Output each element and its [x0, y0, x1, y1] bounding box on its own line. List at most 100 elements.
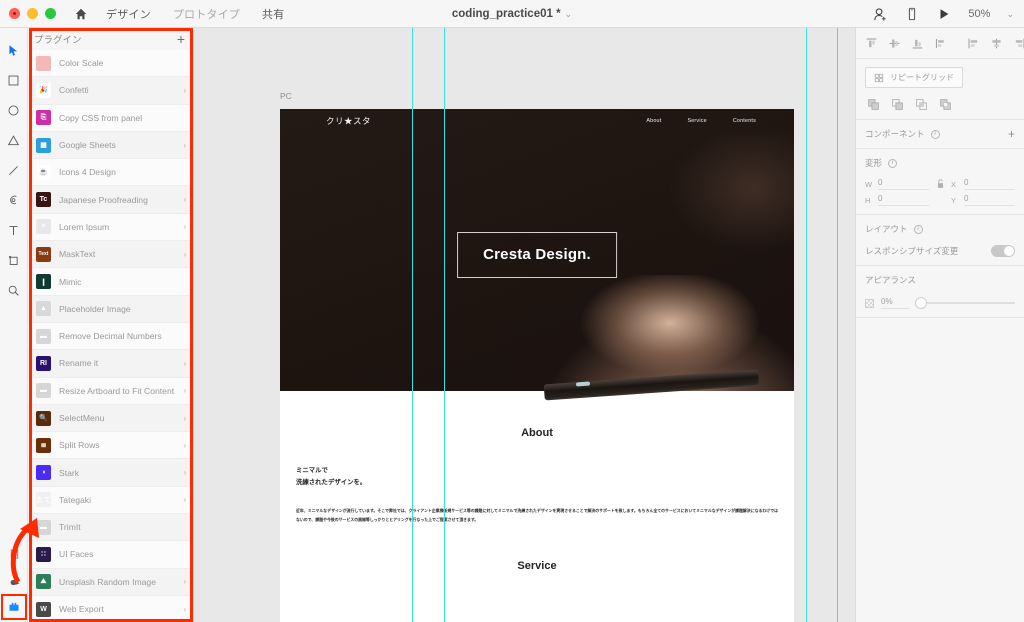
play-preview-icon[interactable] — [936, 6, 952, 22]
invite-person-icon[interactable] — [872, 6, 888, 22]
service-heading[interactable]: Service — [296, 560, 778, 572]
plugin-list-item[interactable]: たて Tategaki › — [28, 486, 192, 515]
transform-fields[interactable]: W 0 X 0 H 0 Y 0 — [865, 178, 1015, 206]
text-tool[interactable] — [0, 216, 28, 244]
responsive-resize-toggle[interactable] — [991, 245, 1015, 257]
plugin-list-item[interactable]: ▬ Resize Artboard to Fit Content › — [28, 377, 192, 405]
align-right-icon[interactable] — [1013, 37, 1024, 50]
plugin-list-item[interactable]: ≣ Split Rows › — [28, 432, 192, 460]
plugin-list-item[interactable]: ❙ Mimic — [28, 268, 192, 296]
plugin-submenu-chevron-icon[interactable]: › — [183, 86, 186, 95]
align-vertical-group[interactable] — [865, 37, 947, 50]
zoom-dropdown-chevron-icon[interactable]: ⌄ — [1006, 9, 1014, 20]
nav-item-about[interactable]: About — [646, 118, 661, 124]
maximize-window-button[interactable] — [45, 8, 56, 19]
plugin-submenu-chevron-icon[interactable]: › — [183, 141, 186, 150]
plugin-list-item[interactable]: RI Rename it › — [28, 350, 192, 378]
x-value[interactable]: 0 — [964, 178, 1015, 190]
align-horizontal-group[interactable] — [967, 37, 1024, 50]
repeat-grid-button[interactable]: リピートグリッド — [865, 67, 963, 88]
artboard-tool[interactable] — [0, 246, 28, 274]
plugin-list-item[interactable]: Color Scale — [28, 50, 192, 78]
plugin-submenu-chevron-icon[interactable]: › — [183, 414, 186, 423]
plugin-submenu-chevron-icon[interactable]: › — [183, 250, 186, 259]
intersect-shapes-icon[interactable] — [915, 98, 928, 111]
plugin-list[interactable]: Color Scale 🎉 Confetti › ⎘ Copy CSS from pane… — [28, 50, 192, 622]
plugin-list-item[interactable]: 🔍 SelectMenu › — [28, 404, 192, 433]
add-plugin-button[interactable]: + — [177, 32, 185, 46]
info-icon[interactable]: i — [913, 224, 923, 234]
y-field[interactable]: Y 0 — [951, 194, 1015, 206]
select-tool[interactable] — [0, 36, 28, 64]
info-icon[interactable]: i — [930, 129, 940, 139]
plugin-list-item[interactable]: ▲ Placeholder Image — [28, 295, 192, 323]
plugin-list-item[interactable]: ∷ UI Faces — [28, 541, 192, 569]
window-controls[interactable] — [0, 8, 56, 19]
close-window-button[interactable] — [9, 8, 20, 19]
info-icon[interactable]: i — [888, 158, 898, 168]
plugin-list-item[interactable]: ⛰ Unsplash Random Image › — [28, 568, 192, 596]
add-component-button[interactable]: + — [1008, 128, 1015, 140]
ellipse-tool[interactable] — [0, 96, 28, 124]
add-shapes-icon[interactable] — [867, 98, 880, 111]
plugin-submenu-chevron-icon[interactable]: › — [183, 359, 186, 368]
home-icon[interactable] — [73, 6, 89, 22]
polygon-tool[interactable] — [0, 126, 28, 154]
plugin-list-item[interactable]: ≡ Lorem Ipsum › — [28, 213, 192, 242]
y-value[interactable]: 0 — [964, 194, 1015, 206]
nav-item-contents[interactable]: Contents — [733, 118, 756, 124]
minimize-window-button[interactable] — [27, 8, 38, 19]
site-logo[interactable]: クリ★スタ — [326, 115, 371, 127]
site-nav[interactable]: About Service Contents — [646, 118, 794, 124]
opacity-slider[interactable] — [916, 298, 1015, 308]
artboard-name-label[interactable]: PC — [280, 91, 292, 101]
plugin-list-item[interactable]: ▬ TrimIt — [28, 514, 192, 542]
align-toolbar[interactable] — [865, 36, 1024, 50]
document-menu-chevron-icon[interactable]: ⌄ — [565, 9, 573, 19]
align-center-icon[interactable] — [990, 37, 1003, 50]
nav-item-service[interactable]: Service — [687, 118, 706, 124]
plugin-submenu-chevron-icon[interactable]: › — [183, 495, 186, 504]
plugin-submenu-chevron-icon[interactable]: › — [183, 577, 186, 586]
plugin-submenu-chevron-icon[interactable]: › — [183, 468, 186, 477]
plugin-list-item[interactable]: ⎘ Copy CSS from panel — [28, 104, 192, 132]
align-left-icon[interactable] — [967, 37, 980, 50]
pen-tool[interactable] — [0, 186, 28, 214]
plugin-list-item[interactable]: ▬ Remove Decimal Numbers — [28, 322, 192, 351]
rectangle-tool[interactable] — [0, 66, 28, 94]
boolean-ops-group[interactable] — [865, 98, 1015, 111]
zoom-level-value[interactable]: 50% — [968, 8, 990, 20]
plugins-panel-icon[interactable] — [1, 594, 27, 620]
device-preview-icon[interactable] — [904, 6, 920, 22]
width-value[interactable]: 0 — [878, 178, 929, 190]
align-top-icon[interactable] — [865, 37, 878, 50]
exclude-shapes-icon[interactable] — [939, 98, 952, 111]
opacity-value[interactable]: 0% — [881, 297, 909, 309]
line-tool[interactable] — [0, 156, 28, 184]
lock-aspect-ratio-icon[interactable] — [929, 178, 951, 190]
plugin-list-item[interactable]: W Web Export › — [28, 595, 192, 622]
about-paragraph[interactable]: 近年、ミニマルなデザインが流行しています。そこで弊社では、クライアント企業様新規… — [296, 506, 778, 524]
responsive-resize-row[interactable]: レスポンシブサイズ変更 — [865, 245, 1015, 257]
plugin-list-item[interactable]: ☕ Icons 4 Design — [28, 159, 192, 187]
plugin-submenu-chevron-icon[interactable]: › — [183, 195, 186, 204]
opacity-slider-knob[interactable] — [916, 298, 926, 308]
plugin-submenu-chevron-icon[interactable]: › — [183, 605, 186, 614]
layers-panel-icon[interactable] — [0, 540, 28, 568]
plugin-submenu-chevron-icon[interactable]: › — [183, 222, 186, 231]
plugin-list-item[interactable]: Text MaskText › — [28, 241, 192, 269]
height-value[interactable]: 0 — [878, 194, 929, 206]
align-middle-icon[interactable] — [888, 37, 901, 50]
hero-title-box[interactable]: Cresta Design. — [457, 232, 617, 278]
align-left-edge-icon[interactable] — [934, 37, 947, 50]
x-field[interactable]: X 0 — [951, 178, 1015, 190]
artboard-pc[interactable]: クリ★スタ About Service Contents Cresta Desi… — [280, 109, 794, 622]
subtract-shapes-icon[interactable] — [891, 98, 904, 111]
plugin-list-item[interactable]: 🎉 Confetti › — [28, 77, 192, 105]
plugin-list-item[interactable]: ▦ Google Sheets › — [28, 131, 192, 160]
canvas-guide[interactable] — [412, 28, 413, 622]
canvas-guide[interactable] — [837, 28, 838, 622]
height-field[interactable]: H 0 — [865, 194, 929, 206]
plugin-submenu-chevron-icon[interactable]: › — [183, 441, 186, 450]
canvas-area[interactable]: PC クリ★スタ About Service Contents Cresta D… — [193, 28, 855, 622]
